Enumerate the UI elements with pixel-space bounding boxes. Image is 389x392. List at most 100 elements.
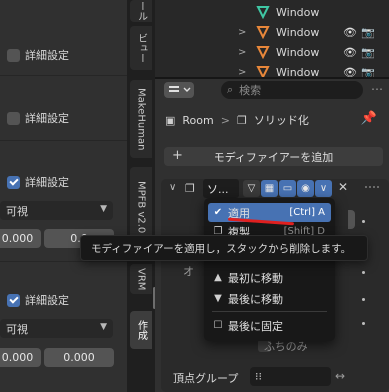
checkbox-icon[interactable] [7, 111, 20, 125]
section-divider [0, 75, 127, 76]
search-input[interactable]: ⌕ 検索 [221, 81, 363, 99]
advanced-settings-checkbox-4[interactable]: 詳細設定 [7, 292, 69, 308]
value-field-1a[interactable]: 0.000 [0, 229, 41, 248]
menu-item-label: 最後に固定 [228, 319, 283, 333]
triangle-up-icon: ▲ [214, 272, 222, 283]
modifier-extra-menu: ✔ 適用 [Ctrl] A ❐ 複製 [Shift] D ▲ 最初に移動 ▼ 最… [204, 198, 335, 341]
field-value: 0.000 [1, 351, 34, 364]
expand-arrow-icon[interactable]: > [238, 67, 246, 77]
checkbox-icon[interactable] [7, 48, 20, 62]
menu-item-pin-last[interactable]: ☐ 最後に固定 [208, 316, 331, 335]
tab-label: MPFB v2.0 [135, 180, 147, 234]
outliner-row-label: Window [276, 46, 320, 59]
tab-view[interactable]: ビュー [130, 26, 152, 70]
keyframe-dot[interactable] [362, 271, 365, 274]
outliner: Window > Window 👁 📷 > Window 👁 📷 > Windo… [155, 0, 389, 77]
collapse-arrow-icon[interactable]: ∨ [169, 182, 176, 193]
modifier-name-field[interactable]: ソ... [203, 179, 239, 198]
invert-arrow-icon[interactable]: ↔ [335, 369, 345, 383]
outliner-row[interactable]: Window [155, 2, 389, 24]
section-divider [0, 140, 127, 141]
menu-item-move-first[interactable]: ▲ 最初に移動 [208, 268, 331, 287]
chevron-right-icon: > [220, 113, 230, 127]
search-icon: ⌕ [227, 83, 234, 96]
outliner-row[interactable]: > Window 👁 📷 [155, 62, 389, 77]
close-icon[interactable]: ✕ [338, 180, 348, 194]
tooltip-text: モディファイアーを適用し，スタックから削除します。 [91, 242, 352, 255]
camera-icon[interactable]: 📷 [361, 26, 375, 39]
object-data-icon: ▣ [165, 113, 176, 127]
sidebar-tabs: ール ビュー MakeHuman MPFB v2.0 VRM 作成 [127, 0, 155, 392]
visibility-select-2[interactable]: 可視 ▼ [0, 319, 113, 338]
chevron-down-icon: ▼ [100, 204, 107, 214]
tab-tool[interactable]: ール [130, 0, 152, 22]
viewport-display-icon[interactable]: ▭ [279, 180, 296, 197]
menu-item-label: 最初に移動 [228, 271, 283, 285]
vertex-group-icon [256, 6, 270, 19]
menu-item-apply[interactable]: ✔ 適用 [Ctrl] A [208, 203, 331, 222]
select-value: 可視 [6, 204, 28, 218]
on-cage-vertex-icon[interactable]: ▽ [243, 180, 260, 197]
editor-type-button[interactable] [164, 82, 194, 98]
menu-item-label: 最後に移動 [228, 292, 283, 306]
advanced-settings-checkbox-1[interactable]: 詳細設定 [7, 47, 69, 63]
eye-icon[interactable]: 👁 [343, 26, 357, 39]
render-camera-icon[interactable]: ◉ [297, 180, 314, 197]
check-icon: ✔ [213, 207, 223, 218]
menu-item-move-last[interactable]: ▼ 最後に移動 [208, 289, 331, 308]
value-field-2a[interactable]: 0.000 [0, 348, 41, 367]
modifier-name: ソ... [207, 182, 229, 196]
menu-shortcut: [Ctrl] A [289, 207, 325, 218]
outliner-row[interactable]: > Window 👁 📷 [155, 22, 389, 44]
checkbox-checked-icon[interactable] [7, 175, 20, 189]
chevron-down-icon: ▼ [100, 322, 107, 332]
outliner-row[interactable]: > Window 👁 📷 [155, 42, 389, 64]
vertex-group-field[interactable]: ⁝⁝ [250, 367, 331, 386]
tab-label: ール [135, 1, 147, 21]
add-modifier-label: モディファイアーを追加 [213, 150, 334, 164]
dropdown-field-edge[interactable] [348, 210, 355, 229]
tab-vrm[interactable]: VRM [130, 264, 152, 294]
properties-header: ⌕ 検索 ⋯ [155, 79, 389, 101]
value-field-2b[interactable]: 0.000 [44, 348, 114, 367]
outliner-row-label: Window [276, 66, 320, 77]
partial-label: オ [183, 265, 194, 278]
checkbox-checked-icon[interactable] [7, 293, 20, 307]
advanced-settings-checkbox-2[interactable]: 詳細設定 [7, 110, 69, 126]
outliner-row-label: Window [276, 6, 320, 19]
outliner-row-label: Window [276, 26, 320, 39]
visibility-select-1[interactable]: 可視 ▼ [0, 201, 113, 220]
expand-arrow-icon[interactable]: > [238, 47, 246, 58]
vertex-group-icon: ⁝⁝ [255, 370, 262, 383]
options-dots-icon[interactable]: ⋯ [371, 82, 383, 96]
breadcrumb-modifier: ソリッド化 [253, 114, 309, 127]
search-placeholder: 検索 [239, 84, 262, 97]
mesh-object-icon [256, 26, 270, 39]
edit-mode-icon[interactable]: ▦ [261, 180, 278, 197]
plus-icon: + [172, 148, 183, 163]
expand-arrow-icon[interactable]: > [238, 27, 246, 38]
camera-icon[interactable]: 📷 [361, 46, 375, 59]
pin-icon[interactable]: 📌 [361, 111, 377, 126]
advanced-settings-checkbox-3[interactable]: 詳細設定 [7, 174, 69, 190]
add-modifier-button[interactable]: + モディファイアーを追加 [164, 147, 383, 166]
tab-label: MakeHuman [135, 87, 147, 151]
keyframe-dot[interactable] [362, 322, 365, 325]
solidify-modifier-icon: ❐ [185, 182, 195, 195]
keyframe-dot[interactable] [362, 220, 365, 223]
checkbox-label: 詳細設定 [25, 112, 69, 125]
field-value: 0.000 [63, 351, 95, 364]
eye-icon[interactable]: 👁 [343, 46, 357, 59]
chevron-down-icon[interactable]: ∨ [315, 180, 332, 197]
mesh-object-icon [256, 66, 270, 77]
camera-icon[interactable]: 📷 [361, 66, 375, 77]
select-value: 可視 [6, 322, 28, 336]
drag-handle-icon[interactable] [365, 186, 379, 190]
tab-makehuman[interactable]: MakeHuman [130, 80, 152, 158]
eye-icon[interactable]: 👁 [343, 66, 357, 77]
keyframe-dot[interactable] [362, 298, 365, 301]
field-value: 0.000 [1, 232, 34, 245]
modifier-icon: ❐ [236, 113, 247, 127]
vertex-group-label: 頂点グループ [173, 372, 239, 385]
tab-create[interactable]: 作成 [130, 311, 152, 349]
